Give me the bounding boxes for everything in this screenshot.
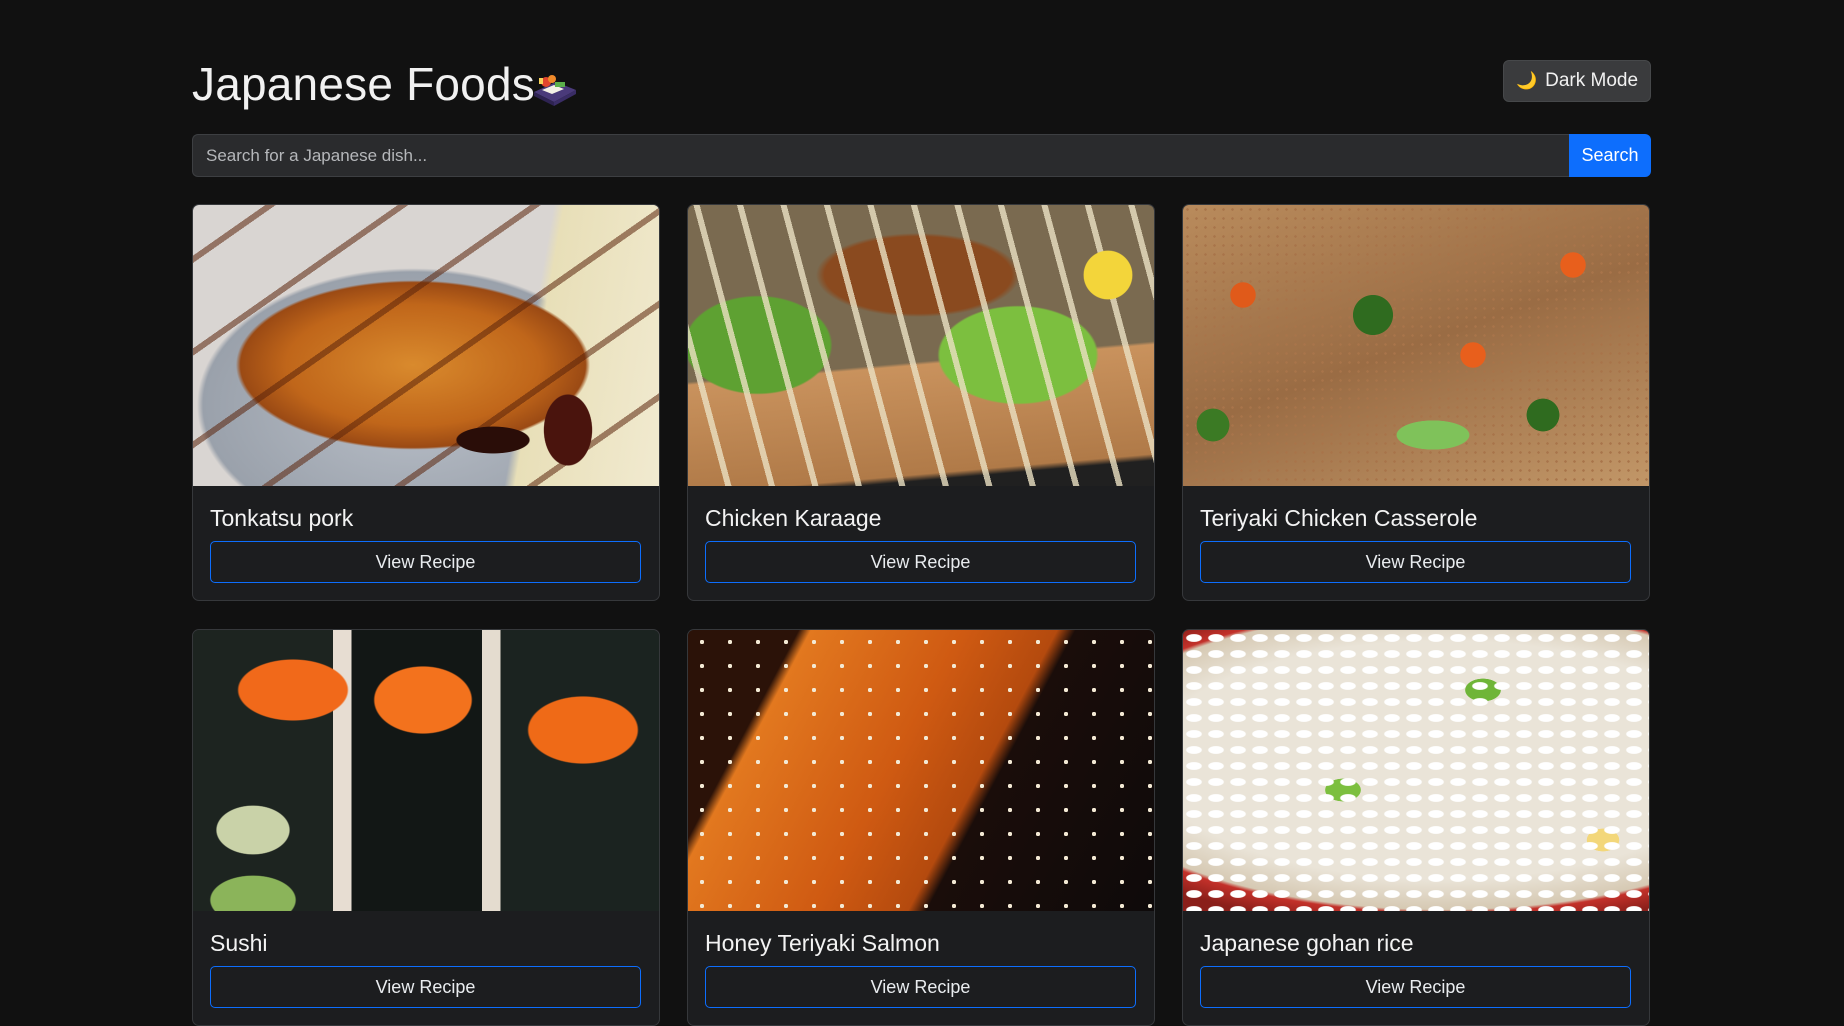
header: Japanese Foods 🌙 Dark Mode <box>192 56 1651 112</box>
dish-title: Chicken Karaage <box>705 505 882 531</box>
bento-box-icon <box>530 68 578 108</box>
dish-card: Chicken Karaage View Recipe <box>687 204 1155 601</box>
view-recipe-button[interactable]: View Recipe <box>705 966 1136 1008</box>
view-recipe-button[interactable]: View Recipe <box>210 966 641 1008</box>
view-recipe-button[interactable]: View Recipe <box>1200 966 1631 1008</box>
dish-card: Japanese gohan rice View Recipe <box>1182 629 1650 1026</box>
dish-title: Honey Teriyaki Salmon <box>705 930 940 956</box>
view-recipe-button[interactable]: View Recipe <box>1200 541 1631 583</box>
sushi-image <box>193 630 659 911</box>
chicken-karaage-image <box>688 205 1154 486</box>
dark-mode-toggle-button[interactable]: 🌙 Dark Mode <box>1503 60 1651 102</box>
moon-icon: 🌙 <box>1515 71 1538 90</box>
view-recipe-button[interactable]: View Recipe <box>705 541 1136 583</box>
search-input[interactable] <box>192 134 1569 177</box>
dish-title: Japanese gohan rice <box>1200 930 1414 956</box>
dish-title: Sushi <box>210 930 268 956</box>
dish-card: Tonkatsu pork View Recipe <box>192 204 660 601</box>
gohan-rice-image <box>1183 630 1649 911</box>
search-bar: Search <box>192 134 1651 177</box>
dish-card: Teriyaki Chicken Casserole View Recipe <box>1182 204 1650 601</box>
page-title: Japanese Foods <box>192 58 535 110</box>
search-button[interactable]: Search <box>1569 134 1651 177</box>
teriyaki-salmon-image <box>688 630 1154 911</box>
dark-mode-label: Dark Mode <box>1545 70 1639 91</box>
page-container: Japanese Foods 🌙 Dark Mode Search Tonkat <box>192 0 1651 1026</box>
dish-title: Tonkatsu pork <box>210 505 354 531</box>
teriyaki-casserole-image <box>1183 205 1649 486</box>
dish-title: Teriyaki Chicken Casserole <box>1200 505 1478 531</box>
dish-card: Honey Teriyaki Salmon View Recipe <box>687 629 1155 1026</box>
view-recipe-button[interactable]: View Recipe <box>210 541 641 583</box>
dish-card: Sushi View Recipe <box>192 629 660 1026</box>
dish-grid: Tonkatsu pork View Recipe Chicken Karaag… <box>192 204 1651 1026</box>
tonkatsu-image <box>193 205 659 486</box>
